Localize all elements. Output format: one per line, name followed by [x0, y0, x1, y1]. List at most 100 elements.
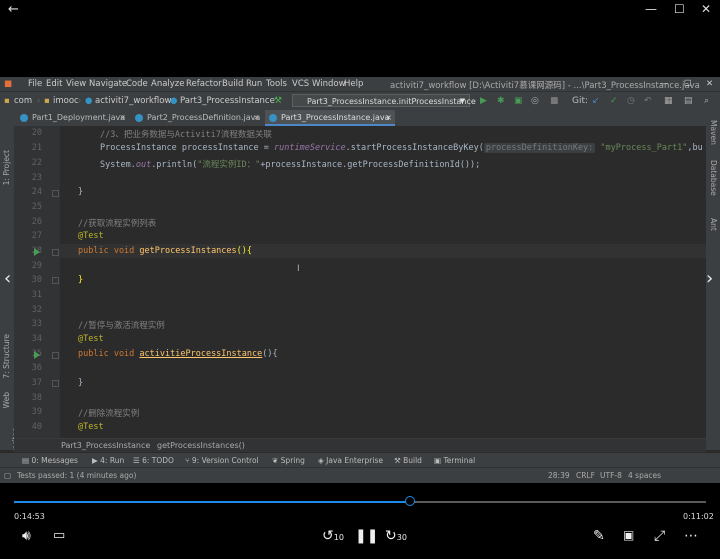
run-test-icon[interactable]	[34, 351, 40, 359]
previous-arrow-icon[interactable]: ‹	[4, 268, 11, 289]
menu-window[interactable]: Window	[312, 79, 346, 89]
git-update-icon[interactable]: ↙	[592, 96, 600, 106]
tool-spring[interactable]: ❦ Spring	[272, 456, 305, 465]
git-commit-icon[interactable]: ✓	[610, 96, 618, 106]
menu-edit[interactable]: Edit	[46, 79, 62, 89]
menu-run[interactable]: Run	[246, 79, 262, 89]
history-icon[interactable]: ◷	[627, 96, 635, 106]
code-line-37: }	[78, 378, 84, 388]
tab-part1[interactable]: Part1_Deployment.java ×	[16, 110, 129, 126]
skip-forward-button[interactable]: ↻30	[385, 528, 407, 544]
tool-run[interactable]: ▶ 4: Run	[92, 456, 124, 465]
status-message: Tests passed: 1 (4 minutes ago)	[17, 471, 137, 480]
code-line-24: }	[78, 187, 84, 197]
subtitles-icon[interactable]: ▭	[53, 528, 65, 543]
run-icon[interactable]: ▶	[480, 96, 487, 106]
tool-ant[interactable]: Ant	[709, 218, 718, 231]
run-test-icon[interactable]	[34, 248, 40, 256]
ide-minimize-icon[interactable]: —	[660, 79, 669, 89]
tool-project[interactable]: 1: Project	[2, 150, 11, 185]
menu-navigate[interactable]: Navigate	[89, 79, 127, 89]
breadcrumb-class[interactable]: Part3_ProcessInstance	[180, 96, 275, 106]
breadcrumb-module[interactable]: activiti7_workflow	[95, 96, 171, 106]
code-line-40: @Test	[78, 422, 104, 432]
menu-build[interactable]: Build	[222, 79, 243, 89]
miniplayer-icon[interactable]: ▣	[623, 528, 634, 542]
pause-icon[interactable]: ❚❚	[355, 528, 378, 544]
tool-web[interactable]: Web	[2, 392, 11, 408]
tool-maven[interactable]: Maven	[709, 120, 718, 145]
menu-view[interactable]: View	[66, 79, 86, 89]
breadcrumb-method-name[interactable]: getProcessInstances()	[157, 441, 245, 450]
total-time: 0:11:02	[683, 512, 714, 521]
profile-icon[interactable]: ◎	[531, 96, 539, 106]
tab-part3[interactable]: Part3_ProcessInstance.java ×	[265, 110, 395, 126]
layout-icon[interactable]: ▤	[684, 96, 693, 106]
fold-icon[interactable]	[52, 352, 59, 359]
editor-breadcrumb: Part3_ProcessInstance › getProcessInstan…	[14, 438, 706, 453]
fold-icon[interactable]	[52, 249, 59, 256]
code-editor[interactable]: //3、把业务数据与Activiti7流程数据关联 ProcessInstanc…	[60, 126, 706, 438]
search-icon[interactable]: ⌕	[704, 96, 709, 106]
ide-close-icon[interactable]: ✕	[706, 79, 713, 89]
class-icon: ●	[85, 96, 93, 106]
current-time: 0:14:53	[14, 512, 45, 521]
run-config-select[interactable]: Part3_ProcessInstance.initProcessInstanc…	[292, 94, 476, 107]
minimize-icon[interactable]: —	[645, 2, 657, 16]
git-label: Git:	[572, 96, 589, 106]
fold-icon[interactable]	[52, 277, 59, 284]
cursor-position[interactable]: 28:39	[548, 471, 570, 480]
tool-version-control[interactable]: ⑂ 9: Version Control	[185, 456, 259, 465]
progress-knob[interactable]	[404, 496, 415, 506]
code-line-39: //删除流程实例	[78, 409, 140, 419]
breadcrumb-class-name[interactable]: Part3_ProcessInstance	[61, 441, 150, 450]
menu-analyze[interactable]: Analyze	[151, 79, 185, 89]
folder-icon: ▪	[44, 96, 50, 106]
hammer-icon[interactable]: ⚒	[274, 96, 282, 106]
volume-icon[interactable]: 🔊︎	[22, 528, 31, 544]
line-separator[interactable]: CRLF	[576, 471, 595, 480]
rollback-icon[interactable]: ↶	[644, 96, 652, 106]
skip-back-button[interactable]: ↺10	[322, 528, 344, 544]
project-structure-icon[interactable]: ▦	[664, 96, 673, 106]
code-line-26: //获取流程实例列表	[78, 219, 157, 229]
fold-icon[interactable]	[52, 190, 59, 197]
tool-todo[interactable]: ☰ 6: TODO	[133, 456, 174, 465]
more-options-icon[interactable]: ⋯	[684, 528, 698, 544]
menu-vcs[interactable]: VCS	[292, 79, 309, 89]
code-line-34: @Test	[78, 334, 104, 344]
back-arrow-icon[interactable]: ←	[8, 2, 19, 17]
breadcrumb-com[interactable]: com	[14, 96, 32, 106]
intellij-logo-icon: ■	[4, 79, 13, 89]
tool-build[interactable]: ⚒ Build	[394, 456, 422, 465]
code-line-33: //暂停与激活流程实例	[78, 321, 165, 331]
menu-help[interactable]: Help	[344, 79, 363, 89]
ide-maximize-icon[interactable]: ☐	[684, 79, 692, 89]
menu-tools[interactable]: Tools	[266, 79, 287, 89]
fold-icon[interactable]	[52, 380, 59, 387]
next-arrow-icon[interactable]: ›	[706, 268, 713, 289]
coverage-icon[interactable]: ▣	[514, 96, 523, 106]
indent-setting[interactable]: 4 spaces	[628, 471, 661, 480]
close-icon[interactable]: ✕	[701, 2, 711, 16]
tool-messages[interactable]: ▤ 0: Messages	[22, 456, 78, 465]
menu-code[interactable]: Code	[126, 79, 148, 89]
tab-part2[interactable]: Part2_ProcessDefinition.java ×	[131, 110, 263, 126]
code-line-30: }	[78, 275, 84, 285]
code-line-21: ProcessInstance processInstance = runtim…	[100, 143, 703, 153]
file-encoding[interactable]: UTF-8	[600, 471, 622, 480]
edit-icon[interactable]: ✎	[593, 528, 605, 544]
tool-structure[interactable]: 7: Structure	[2, 334, 11, 379]
breadcrumb-imooc[interactable]: imooc	[53, 96, 79, 106]
debug-icon[interactable]: ✱	[497, 96, 505, 106]
tool-terminal[interactable]: ▣ Terminal	[434, 456, 475, 465]
code-line-28: public void getProcessInstances(){	[78, 246, 253, 256]
tool-java-enterprise[interactable]: ◈ Java Enterprise	[318, 456, 383, 465]
menu-file[interactable]: File	[28, 79, 42, 89]
stop-icon[interactable]: ■	[550, 96, 559, 106]
menu-refactor[interactable]: Refactor	[186, 79, 222, 89]
tool-database[interactable]: Database	[709, 160, 718, 196]
chevron-down-icon: ▼	[459, 97, 465, 105]
maximize-icon[interactable]: ☐	[674, 2, 685, 16]
fullscreen-icon[interactable]: ⤢	[654, 528, 665, 544]
